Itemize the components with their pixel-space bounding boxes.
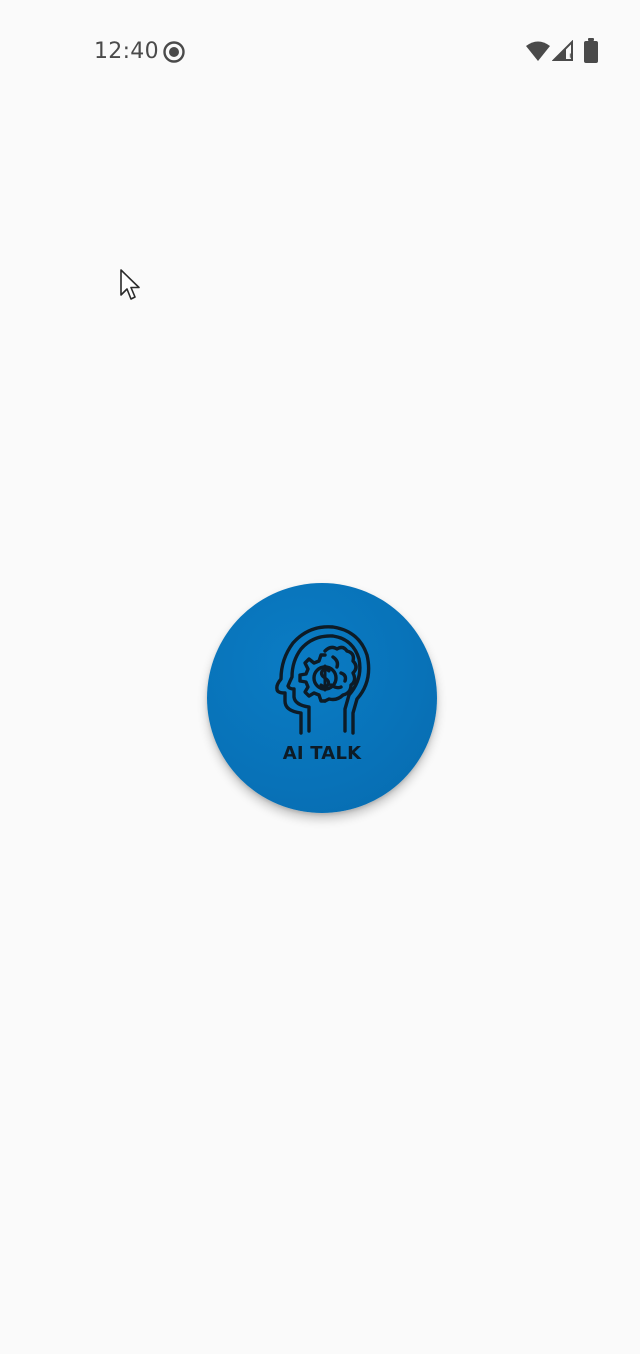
screen-record-icon xyxy=(163,41,185,63)
cellular-signal-icon: ! xyxy=(552,40,573,62)
app-logo-text: AI TALK xyxy=(282,743,362,764)
status-bar: 12:40 ! xyxy=(0,0,640,100)
status-time: 12:40 xyxy=(94,39,159,64)
mouse-cursor-icon xyxy=(120,269,140,300)
app-logo: AI TALK xyxy=(207,583,437,813)
svg-text:!: ! xyxy=(569,53,573,62)
wifi-icon xyxy=(526,41,550,61)
head-gear-brain-icon xyxy=(275,625,371,735)
battery-icon xyxy=(584,38,598,63)
